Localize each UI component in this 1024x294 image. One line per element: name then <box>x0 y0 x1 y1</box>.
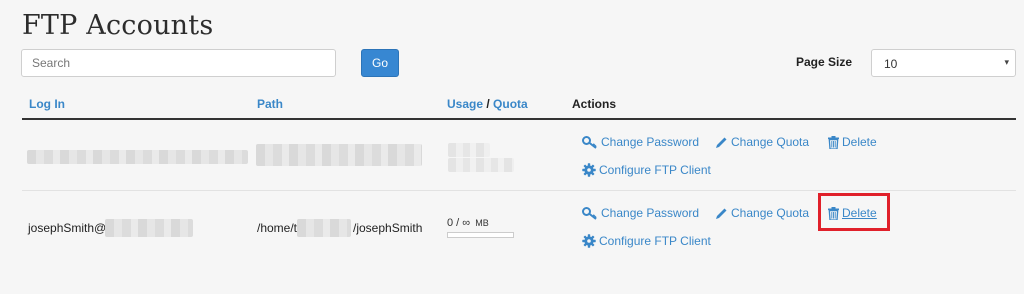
pencil-icon <box>716 208 727 219</box>
usage-progress-bar <box>447 232 514 238</box>
column-header-separator: / <box>483 97 494 111</box>
column-header-path[interactable]: Path <box>257 97 283 111</box>
usage-unit: MB <box>475 218 489 228</box>
change-quota-label: Change Quota <box>731 135 810 149</box>
redacted-usage-bar <box>448 158 514 172</box>
usage-amount: 0 / ∞ <box>447 217 471 229</box>
redacted-login-domain <box>105 219 193 237</box>
usage-value: 0 / ∞ MB <box>447 217 489 229</box>
gear-icon <box>582 234 596 248</box>
redacted-usage <box>448 143 490 157</box>
change-password-label: Change Password <box>601 206 700 220</box>
change-password-label: Change Password <box>601 135 700 149</box>
column-header-login[interactable]: Log In <box>29 97 65 111</box>
path-cell-prefix: /home/t <box>257 221 298 235</box>
change-password-link[interactable]: Change Password <box>582 135 699 149</box>
page-title: FTP Accounts <box>22 10 214 41</box>
go-button[interactable]: Go <box>361 49 399 77</box>
page-size-select[interactable]: 10 ▾ <box>871 49 1016 77</box>
key-icon <box>582 206 597 220</box>
search-input[interactable] <box>21 49 336 77</box>
trash-icon <box>828 135 839 149</box>
delete-highlight-box <box>818 193 890 231</box>
configure-ftp-client-label: Configure FTP Client <box>599 234 711 248</box>
column-header-quota[interactable]: Quota <box>493 97 528 111</box>
redacted-path-segment <box>297 219 351 237</box>
chevron-down-icon: ▾ <box>1004 57 1009 67</box>
change-quota-label: Change Quota <box>731 206 810 220</box>
change-quota-link[interactable]: Change Quota <box>715 206 809 220</box>
redacted-login <box>27 150 248 164</box>
change-quota-link[interactable]: Change Quota <box>715 135 809 149</box>
table-header-divider <box>22 118 1016 120</box>
column-header-usage[interactable]: Usage <box>447 97 483 111</box>
delete-link[interactable]: Delete <box>828 135 877 149</box>
gear-icon <box>582 163 596 177</box>
pencil-icon <box>716 137 727 148</box>
key-icon <box>582 135 597 149</box>
row-divider <box>22 190 1016 191</box>
delete-label: Delete <box>842 135 877 149</box>
column-header-usage-quota: Usage / Quota <box>447 97 528 111</box>
page-size-label: Page Size <box>796 55 853 69</box>
change-password-link[interactable]: Change Password <box>582 206 699 220</box>
path-cell-suffix: /josephSmith <box>353 221 423 235</box>
login-text: josephSmith@ <box>28 221 107 235</box>
configure-ftp-client-label: Configure FTP Client <box>599 163 711 177</box>
page-size-value: 10 <box>884 57 898 71</box>
configure-ftp-client-link[interactable]: Configure FTP Client <box>582 163 711 177</box>
login-cell: josephSmith@ <box>28 221 106 235</box>
redacted-path <box>256 144 422 166</box>
configure-ftp-client-link[interactable]: Configure FTP Client <box>582 234 711 248</box>
column-header-actions: Actions <box>572 97 617 111</box>
